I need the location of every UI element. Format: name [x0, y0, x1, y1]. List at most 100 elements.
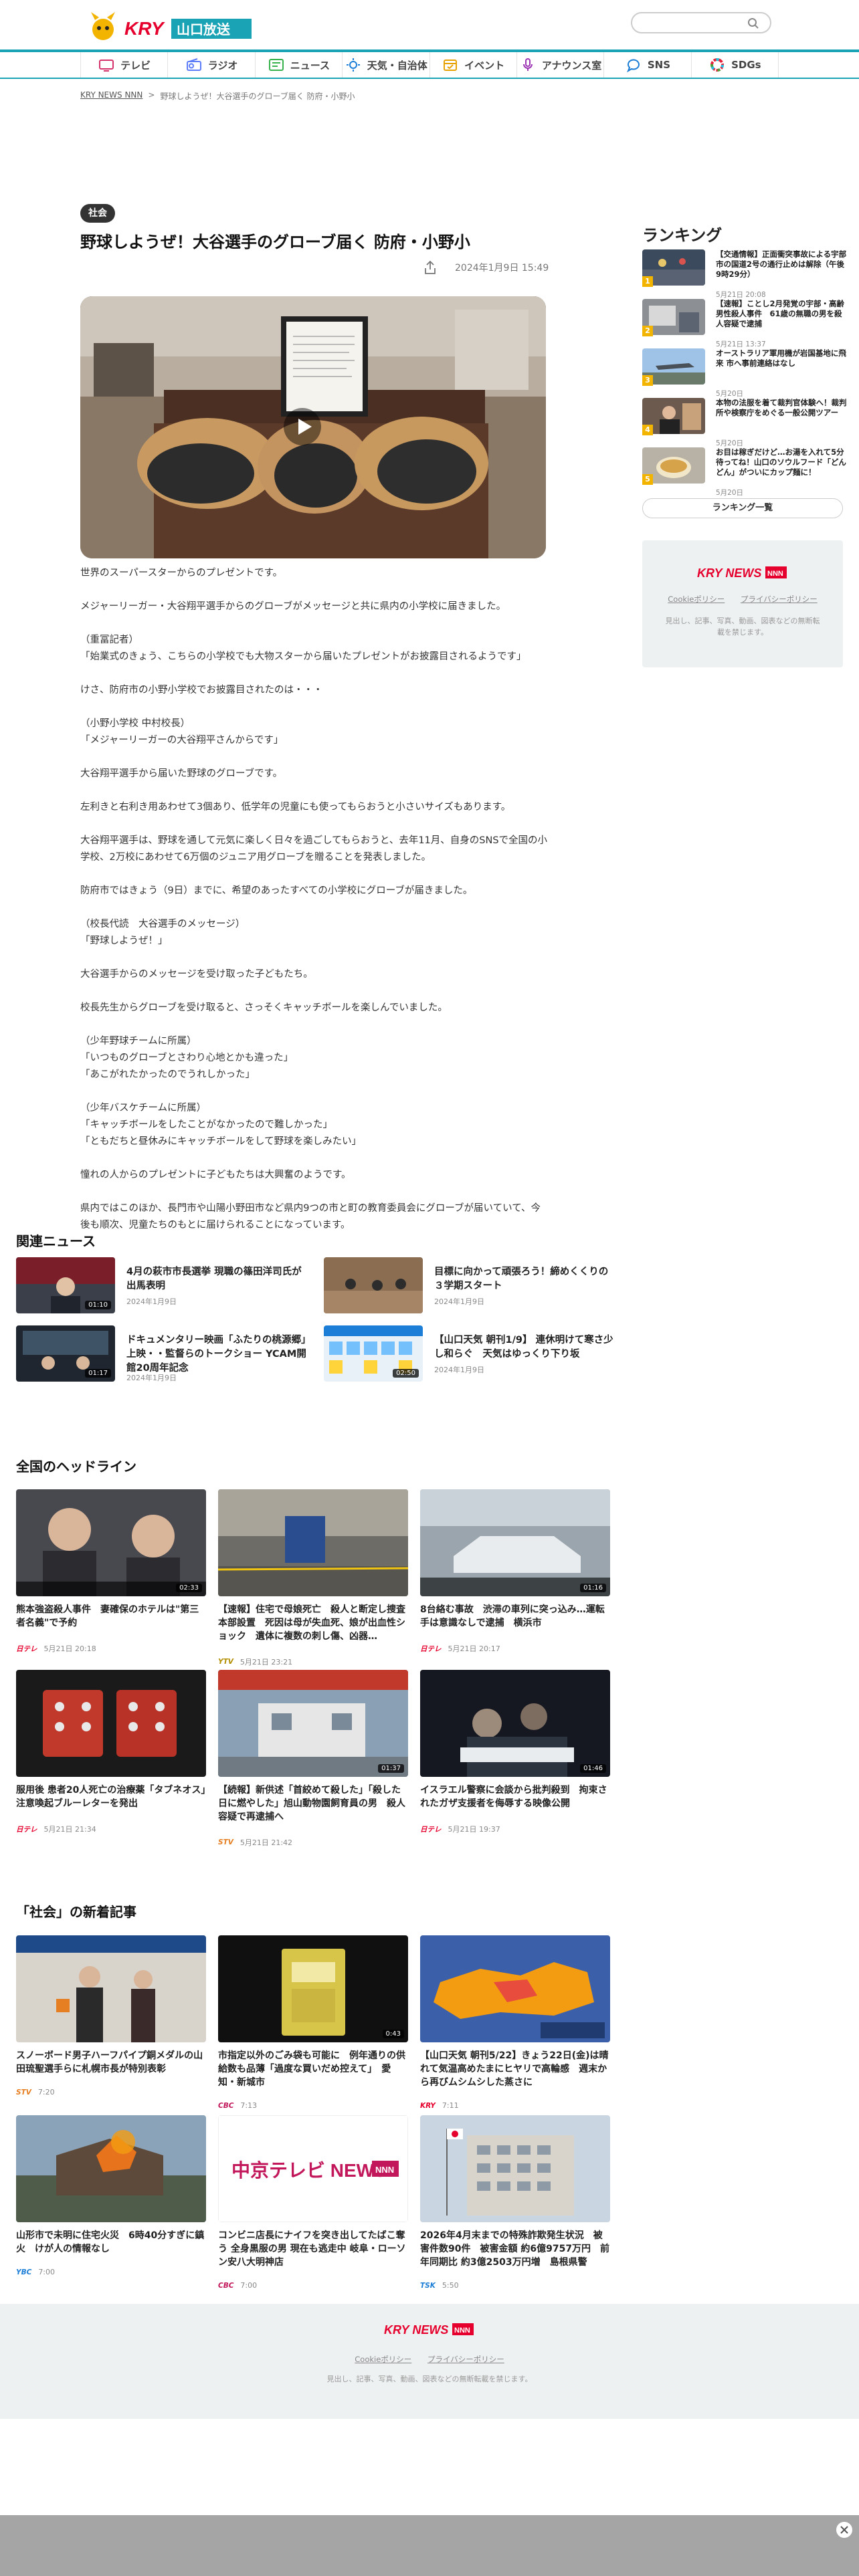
headline-title[interactable]: 8台絡む事故 渋滞の車列に突っ込み…運転手は意識なしで逮捕 横浜市 — [420, 1603, 610, 1630]
social-date: 7:00 — [38, 2268, 56, 2276]
nav-item-sns[interactable]: SNS — [604, 52, 692, 78]
related-news-title[interactable]: 目標に向かって頑張ろう！締めくくりの３学期スタート — [434, 1265, 615, 1293]
headline-title[interactable]: 【続報】新供述「首絞めて殺した」「殺した日に燃やした」旭山動物園飼育員の男 殺人… — [218, 1784, 408, 1824]
source-logo: YTV — [218, 1658, 233, 1666]
ranking-item-title[interactable]: 本物の法服を着て裁判官体験へ！裁判所や検察庁をめぐる一般公開ツアー — [716, 398, 847, 418]
article-date: 2024年1月9日 15:49 — [455, 263, 549, 274]
social-title[interactable]: 2026年4月末までの特殊詐欺発生状況 被害件数90件 被害金額 約6億9757… — [420, 2229, 610, 2269]
nav-item-sdgs[interactable]: SDGs — [692, 52, 779, 78]
cookie-policy-link[interactable]: Cookieポリシー — [668, 595, 725, 604]
ad-banner[interactable] — [0, 2515, 859, 2576]
headline-title[interactable]: イスラエル警察に会談から批判殺到 拘束されたガザ支援者を侮辱する映像公開 — [420, 1784, 610, 1810]
social-thumbnail[interactable] — [16, 2115, 206, 2222]
nav-label: ラジオ — [207, 59, 238, 72]
cookie-policy-link[interactable]: Cookieポリシー — [355, 2355, 411, 2364]
social-meta: KRY 7:11 — [420, 2101, 459, 2110]
related-news-title[interactable]: 【山口天気 朝刊1/9】 連休明けて寒さ少し和らぐ 天気はゆっくり下り坂 — [434, 1333, 615, 1362]
article-paragraph: 大谷翔平選手から届いた野球のグローブです。 — [80, 768, 283, 779]
privacy-policy-link[interactable]: プライバシーポリシー — [427, 2355, 504, 2364]
headline-date: 5月21日 19:37 — [448, 1825, 500, 1834]
ranking-item-date: 5月21日 20:08 — [716, 291, 766, 299]
nav-item-tv[interactable]: テレビ — [80, 52, 169, 78]
ranking-item-title[interactable]: 【交通情報】正面衝突事故による宇部市の国道2号の通行止めは解除（午後9時29分） — [716, 249, 847, 280]
related-news-date: 2024年1月9日 — [434, 1366, 484, 1374]
social-thumbnail[interactable]: 0:43 — [218, 1935, 408, 2042]
svg-text:KRY NEWS: KRY NEWS — [384, 2323, 448, 2337]
source-logo: CBC — [218, 2101, 234, 2110]
social-thumbnail[interactable] — [16, 1935, 206, 2042]
video-duration: 01:17 — [85, 1369, 111, 1378]
ranking-item[interactable]: 3 オーストラリア軍用機が岩国基地に飛来 市へ事前連絡はなし 5月20日 — [642, 348, 846, 398]
social-thumbnail[interactable]: 中京テレビ NEWS NNN — [218, 2115, 408, 2222]
headline-thumbnail[interactable]: 01:37 — [218, 1670, 408, 1777]
related-thumbnail[interactable]: 02:50 — [324, 1325, 423, 1382]
nav-item-announcer[interactable]: アナウンス室 — [517, 52, 605, 78]
headline-meta: 日テレ 5月21日 20:17 — [420, 1643, 500, 1654]
social-title[interactable]: スノーボード男子ハーフパイプ銅メダルの山田琉聖選手らに札幌市長が特別表彰 — [16, 2049, 206, 2076]
ranking-item[interactable]: 2 【速報】ことし2月発覚の宇部・高齢男性殺人事件 61歳の無職の男を殺人容疑で… — [642, 299, 844, 348]
nav-item-weather[interactable]: 天気・自治体 — [343, 52, 430, 78]
social-title[interactable]: 市指定以外のごみ袋も可能に 例年通りの供給数も品薄「過度な買いだめ控えて」 愛知… — [218, 2049, 408, 2089]
ranking-item[interactable]: 4 本物の法服を着て裁判官体験へ！裁判所や検察庁をめぐる一般公開ツアー 5月20… — [642, 398, 847, 447]
kry-news-logo[interactable]: KRY NEWS NNN — [696, 564, 789, 580]
social-title[interactable]: コンビニ店長にナイフを突き出してたばこ奪う 全身黒服の男 現在も逃走中 岐阜・ロ… — [218, 2229, 408, 2269]
related-news-item[interactable]: 目標に向かって頑張ろう！締めくくりの３学期スタート 2024年1月9日 — [324, 1257, 618, 1314]
related-news-item[interactable]: 02:50 【山口天気 朝刊1/9】 連休明けて寒さ少し和らぐ 天気はゆっくり下… — [324, 1325, 618, 1382]
video-duration: 01:46 — [580, 1764, 606, 1773]
social-date: 7:20 — [37, 2088, 55, 2097]
headline-thumbnail[interactable]: 01:16 — [420, 1489, 610, 1596]
share-icon[interactable] — [423, 260, 437, 275]
related-news-item[interactable]: 01:17 ドキュメンタリー映画「ふたりの桃源郷」上映・・監督らのトークショー … — [16, 1325, 310, 1382]
social-thumbnail[interactable] — [420, 1935, 610, 2042]
ranking-item-title[interactable]: お目は稼ぎだけど…お湯を入れて5分待ってね！山口のソウルフード「どんどん」がつい… — [716, 447, 847, 477]
source-logo: 日テレ — [16, 1825, 37, 1834]
related-news-title[interactable]: 4月の萩市市長選挙 現職の篠田洋司氏が出馬表明 — [126, 1265, 307, 1293]
ranking-more-button[interactable]: ランキング一覧 — [642, 498, 843, 518]
source-logo: TSK — [420, 2281, 436, 2290]
social-title[interactable]: 山形市で未明に住宅火災 6時40分すぎに鎮火 けが人の情報なし — [16, 2229, 206, 2256]
ranking-item-title[interactable]: オーストラリア軍用機が岩国基地に飛来 市へ事前連絡はなし — [716, 348, 847, 368]
headline-thumbnail[interactable]: 01:46 — [420, 1670, 610, 1777]
video-duration: 01:37 — [378, 1764, 404, 1773]
search-input[interactable] — [631, 12, 771, 33]
ranking-item[interactable]: 5 お目は稼ぎだけど…お湯を入れて5分待ってね！山口のソウルフード「どんどん」が… — [642, 447, 846, 497]
social-meta: YBC 7:00 — [16, 2268, 55, 2276]
rank-number: 1 — [642, 276, 653, 287]
nav-item-radio[interactable]: ラジオ — [168, 52, 256, 78]
search-icon[interactable] — [747, 17, 759, 29]
social-thumbnail[interactable] — [420, 2115, 610, 2222]
headline-meta: 日テレ 5月21日 21:34 — [16, 1824, 96, 1834]
headline-title[interactable]: 服用後 患者20人死亡の治療薬「タブネオス」注意喚起ブルーレターを発出 — [16, 1784, 206, 1810]
related-news-date: 2024年1月9日 — [126, 1297, 177, 1306]
headline-thumbnail[interactable] — [218, 1489, 408, 1596]
privacy-policy-link[interactable]: プライバシーポリシー — [741, 595, 818, 604]
social-title[interactable]: 【山口天気 朝刊5/22】きょう22日(金)は晴れて気温高めたまにヒヤリで高輪感… — [420, 2049, 610, 2089]
video-duration: 01:10 — [85, 1301, 111, 1309]
rank-number: 2 — [642, 326, 653, 336]
article-paragraph: 防府市ではきょう（9日）までに、希望のあったすべての小学校にグローブが届きました… — [80, 885, 473, 896]
headline-thumbnail[interactable] — [16, 1670, 206, 1777]
ranking-item[interactable]: 1 【交通情報】正面衝突事故による宇部市の国道2号の通行止めは解除（午後9時29… — [642, 249, 846, 299]
play-button-icon[interactable] — [282, 407, 322, 447]
nav-item-news[interactable]: ニュース — [256, 52, 343, 78]
headline-title[interactable]: 【速報】住宅で母娘死亡 殺人と断定し捜査本部設置 死因は母が失血死、娘が出血性シ… — [218, 1603, 408, 1643]
kry-logo[interactable]: KRY 山口放送 — [86, 9, 260, 44]
social-date: 5:50 — [442, 2281, 459, 2290]
related-thumbnail[interactable] — [324, 1257, 423, 1313]
source-logo: CBC — [218, 2281, 234, 2290]
related-news-title[interactable]: ドキュメンタリー映画「ふたりの桃源郷」上映・・監督らのトークショー YCAM開館… — [126, 1333, 307, 1376]
headline-title[interactable]: 熊本強盗殺人事件 妻確保のホテルは"第三者名義"で予約 — [16, 1603, 206, 1630]
related-thumbnail[interactable]: 01:17 — [16, 1325, 115, 1382]
related-thumbnail[interactable]: 01:10 — [16, 1257, 115, 1313]
headline-thumbnail[interactable]: 02:33 — [16, 1489, 206, 1596]
related-news-item[interactable]: 01:10 4月の萩市市長選挙 現職の篠田洋司氏が出馬表明 2024年1月9日 — [16, 1257, 310, 1314]
breadcrumb-home-link[interactable]: KRY NEWS NNN — [80, 90, 142, 102]
ranking-item-title[interactable]: 【速報】ことし2月発覚の宇部・高齢男性殺人事件 61歳の無職の男を殺人容疑で逮捕 — [716, 299, 847, 329]
news-icon — [268, 59, 284, 71]
kry-news-logo[interactable]: KRY NEWS NNN — [383, 2321, 476, 2337]
source-logo: 日テレ — [420, 1644, 442, 1653]
close-icon[interactable] — [836, 2522, 852, 2538]
nav-label: 天気・自治体 — [367, 59, 427, 72]
category-badge[interactable]: 社会 — [80, 204, 115, 223]
nav-item-event[interactable]: イベント — [430, 52, 517, 78]
